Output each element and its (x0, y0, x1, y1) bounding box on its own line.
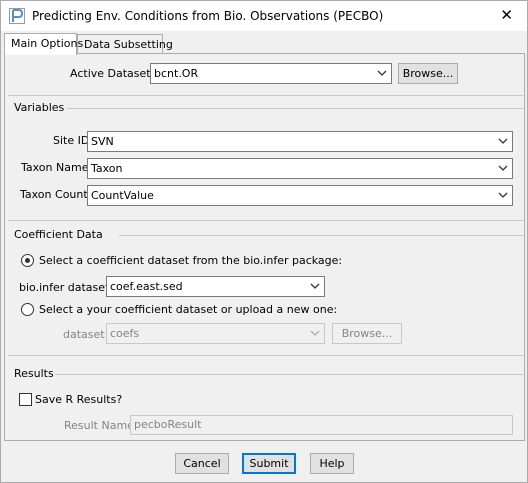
chevron-down-icon (496, 135, 510, 148)
tab-label: Data Subsetting (84, 38, 173, 51)
bioinfer-coefficient-radio[interactable] (21, 254, 34, 267)
divider (119, 235, 523, 236)
main-options-panel: Active Dataset: bcnt.OR Browse... Variab… (4, 53, 525, 441)
chevron-down-icon (308, 327, 322, 340)
title-bar: Predicting Env. Conditions from Bio. Obs… (1, 1, 527, 31)
chevron-down-icon (496, 162, 510, 175)
results-section-title: Results (14, 367, 54, 380)
taxon-count-label: Taxon Count: (20, 188, 92, 201)
site-id-value: SVN (91, 135, 114, 148)
custom-dataset-value: coefs (110, 327, 140, 340)
taxon-count-select[interactable]: CountValue (87, 185, 513, 206)
result-name-label: Result Name: (64, 419, 138, 432)
bioinfer-coefficient-option-label: Select a coefficient dataset from the bi… (39, 254, 343, 267)
divider (67, 108, 523, 109)
active-dataset-select[interactable]: bcnt.OR (150, 63, 392, 84)
dialog-window: Predicting Env. Conditions from Bio. Obs… (0, 0, 528, 483)
divider (55, 374, 523, 375)
save-results-checkbox[interactable] (19, 393, 32, 406)
custom-dataset-label: dataset: (63, 328, 109, 341)
browse-coefficient-button[interactable]: Browse... (332, 323, 402, 344)
chevron-down-icon (496, 189, 510, 202)
bioinfer-dataset-value: coef.east.sed (110, 280, 183, 293)
cancel-button[interactable]: Cancel (175, 453, 229, 474)
custom-dataset-select[interactable]: coefs (106, 323, 325, 344)
tab-data-subsetting[interactable]: Data Subsetting (77, 34, 173, 54)
taxon-count-value: CountValue (91, 189, 154, 202)
active-dataset-value: bcnt.OR (154, 67, 199, 80)
taxon-name-select[interactable]: Taxon (87, 158, 513, 179)
result-name-value: pecboResult (134, 418, 202, 431)
bioinfer-dataset-label: bio.infer dataset: (19, 281, 114, 294)
browse-dataset-button[interactable]: Browse... (398, 63, 458, 84)
coefficient-section-title: Coefficient Data (14, 228, 103, 241)
close-icon[interactable]: ✕ (500, 6, 513, 24)
divider (8, 355, 523, 356)
taxon-name-label: Taxon Name: (21, 161, 93, 174)
custom-coefficient-option-label: Select a your coefficient dataset or upl… (39, 303, 338, 316)
tab-label: Main Options (11, 37, 84, 50)
chevron-down-icon (308, 280, 322, 293)
window-title: Predicting Env. Conditions from Bio. Obs… (32, 9, 384, 23)
chevron-down-icon (375, 67, 389, 80)
help-button[interactable]: Help (310, 453, 354, 474)
taxon-name-value: Taxon (91, 162, 123, 175)
result-name-field[interactable]: pecboResult (130, 415, 513, 435)
active-dataset-label: Active Dataset: (70, 67, 155, 80)
bioinfer-dataset-select[interactable]: coef.east.sed (106, 276, 325, 297)
save-results-label: Save R Results? (35, 393, 123, 406)
divider (8, 220, 523, 221)
custom-coefficient-radio[interactable] (21, 303, 34, 316)
variables-section-title: Variables (14, 101, 65, 114)
site-id-select[interactable]: SVN (87, 131, 513, 152)
submit-button[interactable]: Submit (242, 453, 296, 474)
radio-selected-dot (25, 258, 30, 263)
divider (8, 95, 523, 96)
tab-main-options[interactable]: Main Options (4, 33, 83, 55)
app-icon (9, 8, 25, 24)
